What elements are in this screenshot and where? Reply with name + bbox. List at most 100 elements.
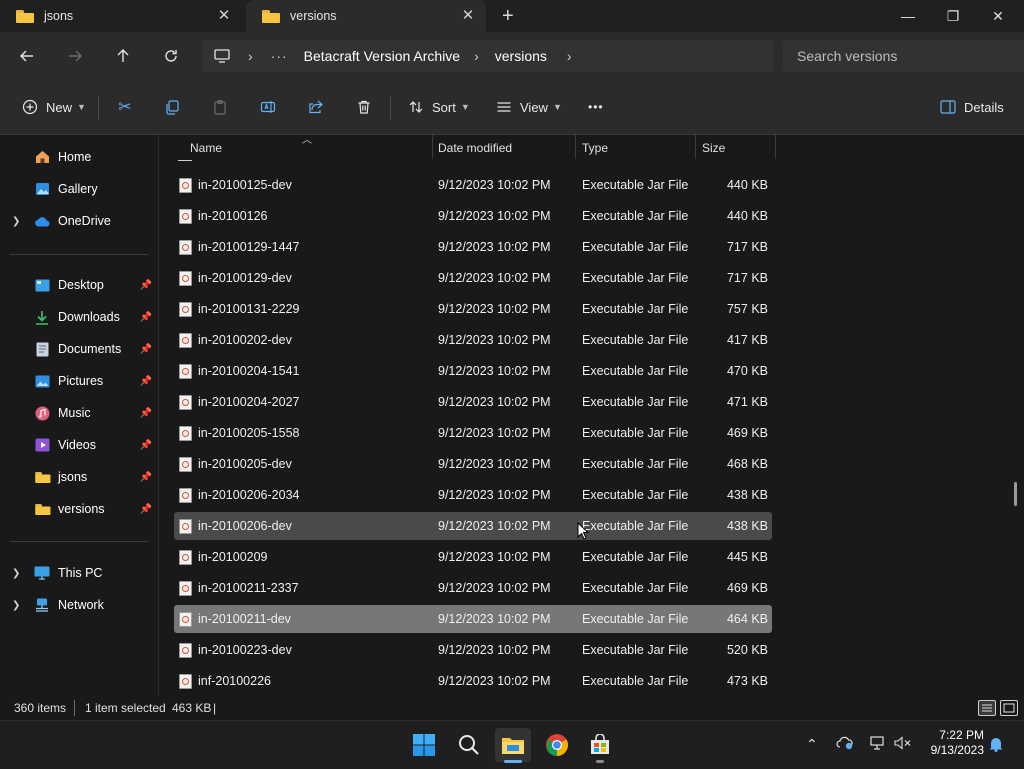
- column-header-name[interactable]: Name: [190, 136, 222, 160]
- chevron-right-icon[interactable]: ›: [474, 48, 479, 64]
- table-row[interactable]: in-20100211-2337 9/12/2023 10:02 PM Execut…: [174, 574, 772, 602]
- table-row[interactable]: in-20100125-dev 9/12/2023 10:02 PM Executa…: [174, 171, 772, 199]
- close-window-button[interactable]: ✕: [975, 0, 1021, 32]
- column-header-type[interactable]: Type: [582, 136, 608, 160]
- tab-versions[interactable]: versions ✕: [246, 0, 486, 32]
- table-row[interactable]: in-20100206-dev 9/12/2023 10:02 PM Executa…: [174, 512, 772, 540]
- sidebar-item-desktop[interactable]: Desktop 📌: [8, 270, 156, 300]
- sidebar-item-videos[interactable]: Videos 📌: [8, 430, 156, 460]
- table-row[interactable]: in-20100129-1447 9/12/2023 10:02 PM Execut…: [174, 233, 772, 261]
- sort-button[interactable]: Sort ▼: [406, 92, 470, 122]
- paste-button[interactable]: [210, 92, 230, 122]
- column-separator[interactable]: [775, 135, 776, 159]
- sidebar-item-home[interactable]: Home: [8, 142, 156, 172]
- table-row[interactable]: in-20100209 9/12/2023 10:02 PM Executable …: [174, 543, 772, 571]
- minimize-button[interactable]: —: [885, 0, 931, 32]
- chevron-right-icon[interactable]: ›: [567, 48, 572, 64]
- tiles-view-button[interactable]: [1000, 700, 1018, 716]
- back-button[interactable]: [12, 40, 42, 72]
- sidebar-item-versions[interactable]: versions 📌: [8, 494, 156, 524]
- view-button[interactable]: View ▼: [494, 92, 562, 122]
- new-button[interactable]: New ▼: [20, 92, 86, 122]
- pin-icon[interactable]: 📌: [140, 376, 152, 387]
- search-input[interactable]: Search versions: [783, 40, 1024, 72]
- refresh-button[interactable]: [156, 40, 186, 72]
- sidebar-item-downloads[interactable]: Downloads 📌: [8, 302, 156, 332]
- more-path-icon[interactable]: ···: [271, 48, 288, 64]
- table-row[interactable]: in-20100204-2027 9/12/2023 10:02 PM Execut…: [174, 388, 772, 416]
- search-taskbar-button[interactable]: [451, 728, 487, 762]
- table-row[interactable]: in-20100204-1541 9/12/2023 10:02 PM Execut…: [174, 357, 772, 385]
- address-bar[interactable]: › ··· Betacraft Version Archive › versio…: [202, 40, 774, 72]
- store-taskbar-button[interactable]: [582, 728, 618, 762]
- table-row[interactable]: inf-20100226 9/12/2023 10:02 PM Executable…: [174, 667, 772, 695]
- gallery-icon: [34, 181, 50, 197]
- sidebar-item-gallery[interactable]: Gallery: [8, 174, 156, 204]
- pin-icon[interactable]: 📌: [140, 472, 152, 483]
- table-row[interactable]: in-20100205-1558 9/12/2023 10:02 PM Execut…: [174, 419, 772, 447]
- close-tab-icon[interactable]: ✕: [216, 8, 232, 24]
- sidebar-item-onedrive[interactable]: ❯ OneDrive: [8, 206, 156, 236]
- chevron-right-icon[interactable]: ❯: [12, 568, 20, 579]
- file-type: Executable Jar File: [582, 488, 689, 502]
- column-header-size[interactable]: Size: [702, 136, 725, 160]
- table-row[interactable]: in-20100205-dev 9/12/2023 10:02 PM Executa…: [174, 450, 772, 478]
- cut-button[interactable]: ✂: [115, 92, 135, 122]
- close-tab-icon[interactable]: ✕: [460, 8, 476, 24]
- table-row[interactable]: in-20100211-dev 9/12/2023 10:02 PM Executa…: [174, 605, 772, 633]
- tab-jsons[interactable]: jsons ✕: [0, 0, 242, 32]
- details-pane-button[interactable]: Details: [938, 92, 1004, 122]
- volume-muted-icon[interactable]: [894, 736, 912, 753]
- column-header-date[interactable]: Date modified: [438, 136, 512, 160]
- file-date: 9/12/2023 10:02 PM: [438, 209, 551, 223]
- notification-bell-icon[interactable]: [988, 736, 1004, 755]
- network-tray-icon[interactable]: [868, 736, 886, 753]
- up-button[interactable]: [108, 40, 138, 72]
- sidebar-item-jsons[interactable]: jsons 📌: [8, 462, 156, 492]
- pin-icon[interactable]: 📌: [140, 280, 152, 291]
- see-more-button[interactable]: •••: [588, 92, 604, 122]
- table-row[interactable]: in-20100131-2229 9/12/2023 10:02 PM Execut…: [174, 295, 772, 323]
- file-explorer-taskbar-button[interactable]: [495, 728, 531, 762]
- delete-button[interactable]: [354, 92, 374, 122]
- chevron-right-icon[interactable]: ❯: [12, 600, 20, 611]
- table-row[interactable]: in-20100126 9/12/2023 10:02 PM Executable …: [174, 202, 772, 230]
- maximize-button[interactable]: ❐: [930, 0, 976, 32]
- table-row[interactable]: in-20100202-dev 9/12/2023 10:02 PM Executa…: [174, 326, 772, 354]
- show-hidden-icons-button[interactable]: ⌃: [806, 736, 818, 753]
- pin-icon[interactable]: 📌: [140, 504, 152, 515]
- share-button[interactable]: [306, 92, 326, 122]
- chrome-taskbar-button[interactable]: [539, 728, 575, 762]
- sidebar-item-this-pc[interactable]: ❯ This PC: [8, 558, 156, 588]
- table-row[interactable]: in-20100129-dev 9/12/2023 10:02 PM Executa…: [174, 264, 772, 292]
- breadcrumb-betacraft[interactable]: Betacraft Version Archive: [304, 48, 460, 64]
- status-item-count: 360 items: [14, 701, 67, 715]
- new-label: New: [46, 99, 73, 115]
- details-view-button[interactable]: [978, 700, 996, 716]
- clock[interactable]: 7:22 PM 9/13/2023: [912, 728, 984, 758]
- sidebar-item-documents[interactable]: Documents 📌: [8, 334, 156, 364]
- column-separator[interactable]: [432, 135, 433, 159]
- table-row[interactable]: in-20100206-2034 9/12/2023 10:02 PM Execut…: [174, 481, 772, 509]
- chevron-right-icon[interactable]: ❯: [12, 216, 20, 227]
- new-tab-icon[interactable]: +: [502, 6, 514, 26]
- copy-button[interactable]: [162, 92, 182, 122]
- sidebar-item-pictures[interactable]: Pictures 📌: [8, 366, 156, 396]
- toolbar-divider: [98, 96, 99, 120]
- forward-button[interactable]: [60, 40, 90, 72]
- chevron-right-icon[interactable]: ›: [248, 48, 253, 64]
- start-button[interactable]: [406, 728, 442, 762]
- pin-icon[interactable]: 📌: [140, 440, 152, 451]
- pin-icon[interactable]: 📌: [140, 344, 152, 355]
- column-separator[interactable]: [575, 135, 576, 159]
- sidebar-item-music[interactable]: Music 📌: [8, 398, 156, 428]
- sidebar-item-network[interactable]: ❯ Network: [8, 590, 156, 620]
- column-separator[interactable]: [695, 135, 696, 159]
- pin-icon[interactable]: 📌: [140, 408, 152, 419]
- onedrive-tray-icon[interactable]: [836, 736, 854, 753]
- pin-icon[interactable]: 📌: [140, 312, 152, 323]
- breadcrumb-versions[interactable]: versions: [495, 48, 547, 64]
- vertical-scrollbar[interactable]: [1014, 482, 1017, 506]
- table-row[interactable]: in-20100223-dev 9/12/2023 10:02 PM Executa…: [174, 636, 772, 664]
- rename-button[interactable]: [258, 92, 278, 122]
